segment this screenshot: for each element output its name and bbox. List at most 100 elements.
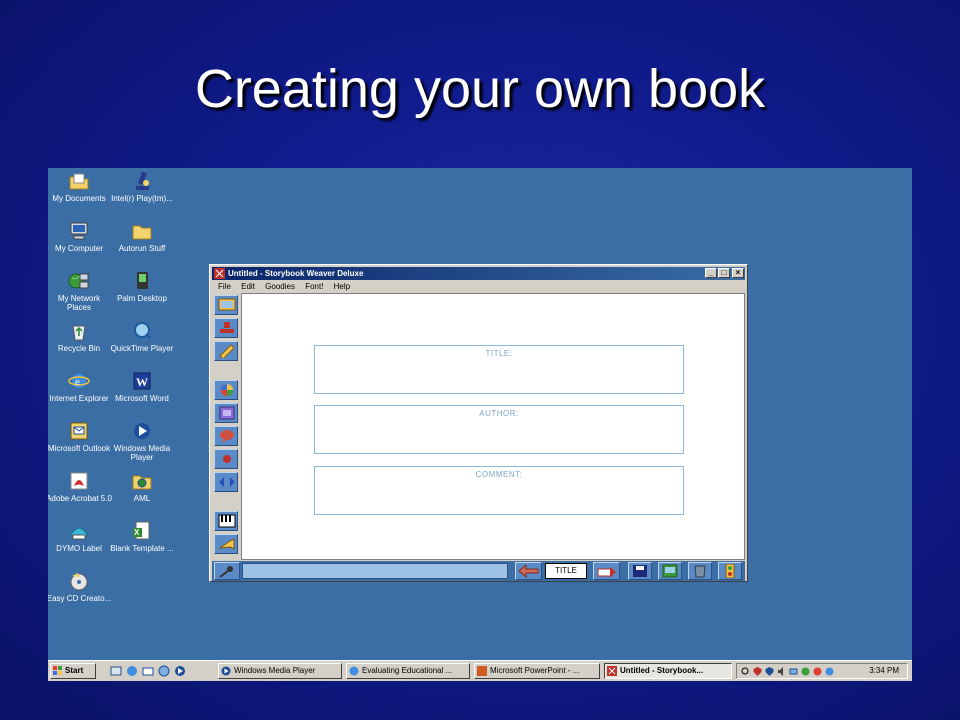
picture-button[interactable] xyxy=(658,562,682,580)
scenery-tool-button[interactable] xyxy=(214,295,238,315)
volume-tray-icon[interactable] xyxy=(777,667,786,676)
desktop-icon-my-computer[interactable]: My Computer xyxy=(48,220,112,253)
folder-document-icon xyxy=(69,173,89,190)
trash-button[interactable] xyxy=(688,562,712,580)
desktop-icon-easy-cd-creator[interactable]: Easy CD Creato... xyxy=(48,570,112,603)
desktop-icon-label: QuickTime Player xyxy=(110,344,174,353)
dymo-label-icon xyxy=(69,527,89,540)
desktop-icon-recycle-bin[interactable]: Recycle Bin xyxy=(48,320,112,353)
floppy-disk-icon xyxy=(633,565,647,577)
excel-doc-icon: X xyxy=(133,521,150,540)
media-player-quick-icon[interactable] xyxy=(174,665,186,677)
storybook-app-icon xyxy=(214,268,225,279)
outlook-express-quick-icon[interactable] xyxy=(142,665,154,677)
desktop-icon-windows-media-player[interactable]: Windows Media Player xyxy=(109,420,175,462)
sound-tool-button[interactable] xyxy=(214,534,238,554)
slide-title: Creating your own book xyxy=(194,59,766,119)
desktop-icon-intel-play[interactable]: Intel(r) Play(tm)... xyxy=(109,170,175,203)
computer-icon xyxy=(70,222,88,240)
desktop-icon-palm-desktop[interactable]: Palm Desktop xyxy=(109,270,175,303)
story-text-input[interactable] xyxy=(242,563,508,579)
media-player-icon xyxy=(221,666,231,676)
balloon-tool-button[interactable] xyxy=(214,426,238,446)
desktop-icon-label: DYMO Label xyxy=(56,544,102,553)
shield-tray-icon[interactable] xyxy=(765,667,774,676)
quicktime-icon xyxy=(134,322,151,339)
menu-goodies[interactable]: Goodies xyxy=(265,282,295,291)
desktop-icon-quicktime-player[interactable]: QuickTime Player xyxy=(109,320,175,353)
desktop-icon-microsoft-word[interactable]: W Microsoft Word xyxy=(109,370,175,403)
magnifier-tray-icon[interactable] xyxy=(741,667,750,676)
desktop-icon-label: My Computer xyxy=(54,244,103,253)
microscope-shortcut-icon xyxy=(136,171,149,190)
folder-icon xyxy=(132,225,152,240)
powerpoint-icon xyxy=(477,666,487,676)
desktop-icon-adobe-acrobat[interactable]: Adobe Acrobat 5.0 xyxy=(48,470,112,503)
desktop-icon-my-network-places[interactable]: My Network Places xyxy=(48,270,112,312)
microphone-button[interactable] xyxy=(214,562,240,580)
task-label: Windows Media Player xyxy=(234,666,316,675)
internet-explorer-quick-icon[interactable] xyxy=(126,665,138,677)
network-quick-icon[interactable] xyxy=(158,665,170,677)
speaker-tray-icon[interactable] xyxy=(813,667,822,676)
flip-arrows-icon xyxy=(219,477,235,487)
storybook-app-icon xyxy=(607,666,617,676)
close-button[interactable]: × xyxy=(732,268,744,278)
desktop-icon-my-documents[interactable]: My Documents xyxy=(48,170,112,203)
task-label: Evaluating Educational ... xyxy=(362,666,453,675)
music-tool-button[interactable] xyxy=(214,511,238,531)
save-button[interactable] xyxy=(628,562,652,580)
storybook-weaver-window[interactable]: Untitled - Storybook Weaver Deluxe _ □ ×… xyxy=(209,264,748,582)
outlook-icon xyxy=(70,422,88,440)
show-desktop-icon[interactable] xyxy=(110,665,122,677)
title-field[interactable]: TITLE: xyxy=(314,345,684,394)
desktop-icon-microsoft-outlook[interactable]: Microsoft Outlook xyxy=(48,420,112,453)
traffic-light-button[interactable] xyxy=(718,562,742,580)
desktop-icon-label: Windows Media Player xyxy=(113,444,171,462)
desktop-icon-dymo-label[interactable]: DYMO Label xyxy=(48,520,112,553)
print-button[interactable] xyxy=(593,562,620,580)
menu-font[interactable]: Font! xyxy=(305,282,323,291)
antivirus-tray-icon[interactable] xyxy=(753,667,762,676)
sound-effect-tool-button[interactable] xyxy=(214,449,238,469)
desktop-icon-label: Palm Desktop xyxy=(117,294,167,303)
left-toolbar xyxy=(212,294,240,584)
flip-tool-button[interactable] xyxy=(214,472,238,492)
stamp-icon xyxy=(220,322,234,333)
desktop-screenshot: My Documents My Computer My Network Plac… xyxy=(48,168,912,681)
comment-field[interactable]: COMMENT: xyxy=(314,466,684,515)
taskbar-button-evaluating-educational[interactable]: Evaluating Educational ... xyxy=(346,663,470,679)
desktop-icon-aml[interactable]: AML xyxy=(109,470,175,503)
taskbar-button-media-player[interactable]: Windows Media Player xyxy=(218,663,342,679)
window-titlebar[interactable]: Untitled - Storybook Weaver Deluxe _ □ × xyxy=(212,267,745,280)
desktop-icon-label: My Documents xyxy=(52,194,106,203)
desktop-icon-blank-template[interactable]: X Blank Template ... xyxy=(109,520,175,553)
desktop-icon-label: AML xyxy=(133,494,151,503)
network-tray-icon[interactable] xyxy=(789,667,798,676)
media-player-icon xyxy=(134,423,150,439)
desktop-icon-internet-explorer[interactable]: e Internet Explorer xyxy=(48,370,112,403)
desktop-icon-label: Internet Explorer xyxy=(49,394,109,403)
maximize-button[interactable]: □ xyxy=(718,268,730,278)
page-selector[interactable]: TITLE xyxy=(545,563,587,579)
taskbar-button-storybook[interactable]: Untitled - Storybook... xyxy=(604,663,732,679)
story-page-canvas[interactable]: TITLE: AUTHOR: COMMENT: xyxy=(241,293,745,560)
menu-help[interactable]: Help xyxy=(334,282,350,291)
pencil-icon xyxy=(219,344,235,358)
author-field[interactable]: AUTHOR: xyxy=(314,405,684,454)
desktop-icon-label: Adobe Acrobat 5.0 xyxy=(48,494,112,503)
color-wheel-tool-button[interactable] xyxy=(214,380,238,400)
stamp-tool-button[interactable] xyxy=(214,318,238,338)
taskbar-button-powerpoint[interactable]: Microsoft PowerPoint - ... xyxy=(474,663,600,679)
start-button[interactable]: Start xyxy=(50,663,96,679)
menu-edit[interactable]: Edit xyxy=(241,282,255,291)
pencil-tool-button[interactable] xyxy=(214,341,238,361)
previous-page-button[interactable] xyxy=(515,562,542,580)
menu-file[interactable]: File xyxy=(218,282,231,291)
desktop-icon-autorun-stuff[interactable]: Autorun Stuff xyxy=(109,220,175,253)
svg-text:X: X xyxy=(134,528,140,537)
minimize-button[interactable]: _ xyxy=(705,268,717,278)
globe-tray-icon[interactable] xyxy=(825,667,834,676)
update-tray-icon[interactable] xyxy=(801,667,810,676)
frame-tool-button[interactable] xyxy=(214,403,238,423)
